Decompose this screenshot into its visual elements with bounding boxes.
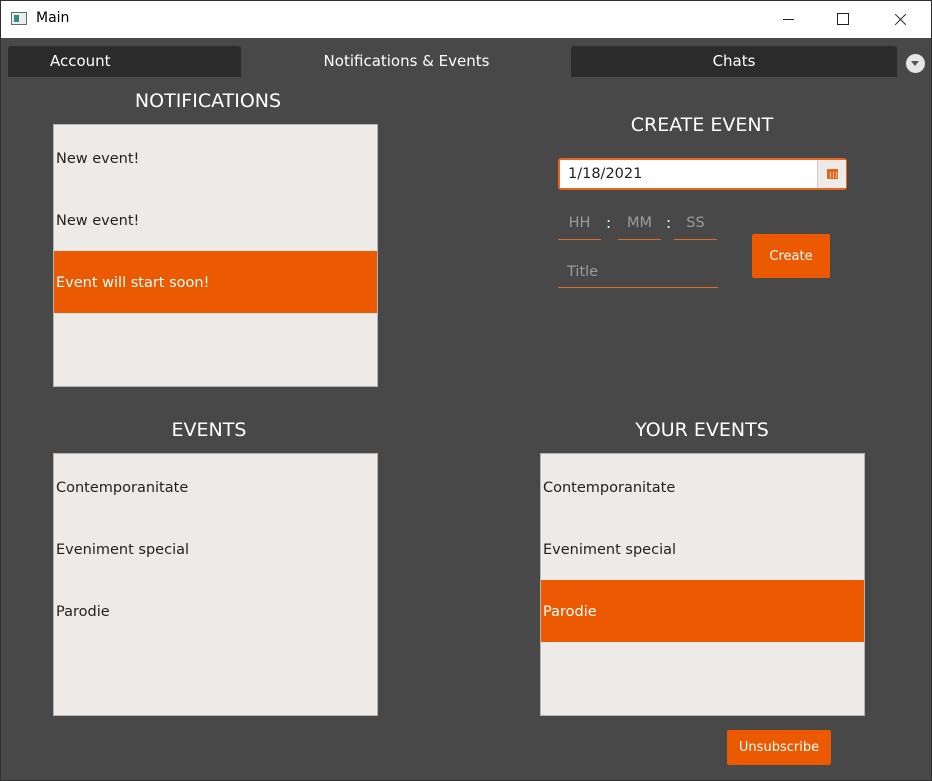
event-date-picker [558, 158, 847, 190]
create-event-button[interactable]: Create [752, 234, 830, 278]
create-event-heading: CREATE EVENT [630, 114, 774, 136]
hour-input[interactable] [558, 207, 601, 240]
notifications-list[interactable]: New event! New event! Event will start s… [53, 124, 378, 387]
close-button[interactable] [877, 1, 923, 38]
event-item[interactable]: Eveniment special [54, 518, 377, 580]
notification-item[interactable]: New event! [54, 127, 377, 189]
tab-account[interactable]: Account [8, 46, 241, 77]
calendar-button[interactable] [817, 160, 846, 188]
tab-chats[interactable]: Chats [571, 46, 897, 77]
window-title: Main [36, 10, 70, 26]
your-event-item-selected[interactable]: Parodie [541, 580, 864, 642]
event-item[interactable]: Parodie [54, 580, 377, 642]
second-input[interactable] [674, 207, 717, 240]
app-icon [11, 12, 27, 25]
event-date-input[interactable] [560, 160, 816, 188]
unsubscribe-button[interactable]: Unsubscribe [727, 730, 831, 765]
time-separator: : [666, 214, 672, 232]
notification-item[interactable]: New event! [54, 189, 377, 251]
close-icon [894, 13, 907, 26]
time-separator: : [606, 214, 612, 232]
minimize-icon [783, 19, 794, 20]
event-item[interactable]: Contemporanitate [54, 456, 377, 518]
your-event-item[interactable]: Eveniment special [541, 518, 864, 580]
events-list[interactable]: Contemporanitate Eveniment special Parod… [53, 453, 378, 716]
events-heading: EVENTS [171, 419, 247, 441]
calendar-icon [827, 169, 838, 179]
maximize-button[interactable] [819, 1, 865, 38]
title-bar: Main [1, 1, 931, 38]
notification-item-selected[interactable]: Event will start soon! [54, 251, 377, 313]
your-events-list[interactable]: Contemporanitate Eveniment special Parod… [540, 453, 865, 716]
event-title-input[interactable] [558, 256, 718, 288]
tab-menu-dropdown-icon[interactable] [906, 54, 925, 73]
your-events-heading: YOUR EVENTS [635, 419, 769, 441]
minute-input[interactable] [618, 207, 661, 240]
notifications-heading: NOTIFICATIONS [134, 90, 282, 112]
your-event-item[interactable]: Contemporanitate [541, 456, 864, 518]
minimize-button[interactable] [766, 1, 812, 38]
tab-notifications-events[interactable]: Notifications & Events [243, 46, 570, 77]
tab-account-label: Account [50, 52, 111, 70]
maximize-icon [837, 13, 849, 25]
main-window: Main Account Notifications & Events Chat… [0, 0, 932, 781]
